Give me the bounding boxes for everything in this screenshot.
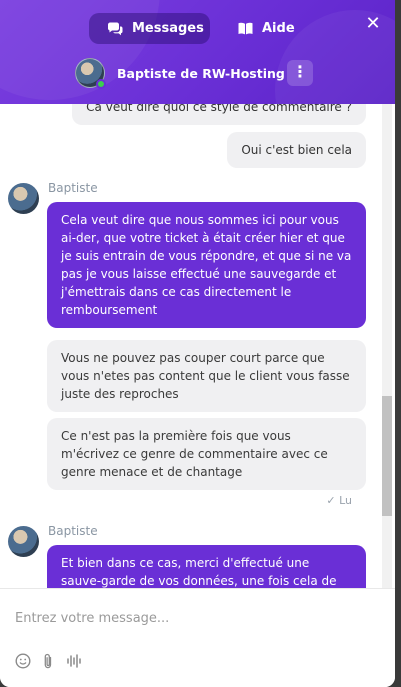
user-message: Ce n'est pas la première fois que vous m…: [47, 418, 366, 490]
emoji-icon[interactable]: [15, 653, 33, 671]
agent-name: Baptiste de RW-Hosting: [117, 65, 285, 81]
user-message: Oui c'est bien cela: [227, 132, 366, 168]
message-text: Vous ne pouvez pas couper court parce qu…: [61, 351, 350, 401]
user-message: Ca veut dire quoi ce style de commentair…: [72, 104, 366, 125]
user-message: Vous ne pouvez pas couper court parce qu…: [47, 340, 366, 412]
avatar: [75, 58, 106, 89]
sender-name: Baptiste: [48, 181, 98, 195]
message-text: Ca veut dire quoi ce style de commentair…: [86, 104, 352, 114]
message-list[interactable]: Ca veut dire quoi ce style de commentair…: [0, 104, 395, 588]
tab-messages[interactable]: Messages: [89, 13, 210, 44]
message-text: Oui c'est bien cela: [241, 143, 352, 157]
sender-name: Baptiste: [48, 524, 98, 538]
chat-widget: Messages Aide ✕ Baptiste de RW-Hosting ⋮…: [0, 0, 395, 687]
message-input[interactable]: [15, 607, 375, 629]
avatar: [8, 526, 39, 557]
message-text: Et bien dans ce cas, merci d'effectué un…: [61, 556, 337, 588]
agent-info: Baptiste de RW-Hosting: [75, 58, 285, 89]
agent-message: Cela veut dire que nous sommes ici pour …: [47, 202, 366, 328]
close-icon[interactable]: ✕: [363, 14, 383, 34]
tab-aide-label: Aide: [262, 21, 295, 36]
chat-header: Messages Aide ✕ Baptiste de RW-Hosting ⋮: [0, 0, 395, 104]
book-icon: [238, 22, 253, 35]
message-text: Ce n'est pas la première fois que vous m…: [61, 429, 328, 479]
composer: [0, 588, 395, 687]
avatar: [8, 183, 39, 214]
more-options-button[interactable]: ⋮: [287, 60, 313, 86]
scrollbar-thumb[interactable]: [382, 396, 392, 516]
online-status-dot: [96, 79, 106, 89]
attachment-icon[interactable]: [41, 653, 59, 671]
tab-messages-label: Messages: [132, 21, 204, 36]
message-text: Cela veut dire que nous sommes ici pour …: [61, 213, 352, 317]
agent-message: Et bien dans ce cas, merci d'effectué un…: [47, 545, 366, 588]
read-status: ✓ Lu: [326, 494, 352, 507]
tab-aide[interactable]: Aide: [220, 13, 320, 44]
chat-bubbles-icon: [107, 22, 123, 36]
voice-icon[interactable]: [66, 653, 84, 671]
